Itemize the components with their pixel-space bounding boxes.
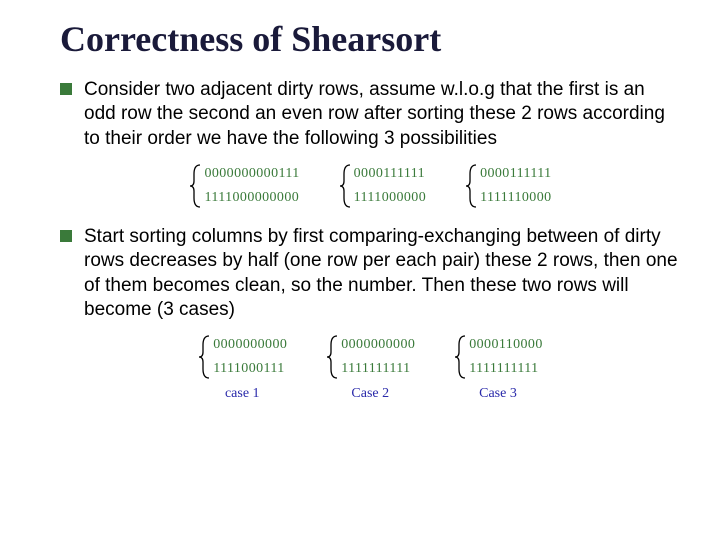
bullet-icon xyxy=(60,230,72,242)
figure-before: 0000000000111 1111000000000 0000111111 1… xyxy=(60,163,680,209)
even-row: 1111000111 xyxy=(213,362,287,376)
bullet-icon xyxy=(60,83,72,95)
odd-row: 0000111111 xyxy=(354,167,426,181)
row-pair: 0000111111 1111110000 xyxy=(478,163,551,209)
slide-title: Correctness of Shearsort xyxy=(60,18,680,60)
bullet-item: Consider two adjacent dirty rows, assume… xyxy=(60,78,680,151)
brace-icon xyxy=(325,334,339,380)
figure-case: 0000111111 1111110000 xyxy=(464,163,551,209)
slide: Correctness of Shearsort Consider two ad… xyxy=(0,0,720,402)
row-pair: 0000110000 1111111111 xyxy=(467,334,542,380)
brace-icon xyxy=(453,334,467,380)
figure-col: 0000000000 1111111111 Case 2 xyxy=(325,334,415,402)
row-pair: 0000000000 1111111111 xyxy=(339,334,415,380)
figure-group: 0000000000 1111000111 case 1 0000000000 … xyxy=(197,334,542,402)
figure-case: 0000000000 1111000111 xyxy=(197,334,287,380)
bullet-text: Consider two adjacent dirty rows, assume… xyxy=(84,78,680,151)
bullet-item: Start sorting columns by first comparing… xyxy=(60,225,680,322)
row-pair: 0000000000 1111000111 xyxy=(211,334,287,380)
figure-after: 0000000000 1111000111 case 1 0000000000 … xyxy=(60,334,680,402)
odd-row: 0000000000 xyxy=(341,338,415,352)
brace-icon xyxy=(338,163,352,209)
even-row: 1111111111 xyxy=(341,362,415,376)
case-label: case 1 xyxy=(225,386,260,402)
case-label: Case 2 xyxy=(351,386,389,402)
brace-icon xyxy=(464,163,478,209)
row-pair: 0000000000111 1111000000000 xyxy=(202,163,299,209)
figure-case: 0000000000 1111111111 xyxy=(325,334,415,380)
even-row: 1111111111 xyxy=(469,362,542,376)
figure-col: 0000000000 1111000111 case 1 xyxy=(197,334,287,402)
brace-icon xyxy=(188,163,202,209)
brace-icon xyxy=(197,334,211,380)
even-row: 1111110000 xyxy=(480,191,551,205)
even-row: 1111000000000 xyxy=(204,191,299,205)
figure-case: 0000110000 1111111111 xyxy=(453,334,542,380)
even-row: 1111000000 xyxy=(354,191,426,205)
bullet-text: Start sorting columns by first comparing… xyxy=(84,225,680,322)
odd-row: 0000000000111 xyxy=(204,167,299,181)
case-label: Case 3 xyxy=(479,386,517,402)
figure-case: 0000000000111 1111000000000 xyxy=(188,163,299,209)
odd-row: 0000110000 xyxy=(469,338,542,352)
odd-row: 0000000000 xyxy=(213,338,287,352)
odd-row: 0000111111 xyxy=(480,167,551,181)
figure-case: 0000111111 1111000000 xyxy=(338,163,426,209)
figure-group: 0000000000111 1111000000000 0000111111 1… xyxy=(188,163,551,209)
row-pair: 0000111111 1111000000 xyxy=(352,163,426,209)
figure-col: 0000110000 1111111111 Case 3 xyxy=(453,334,542,402)
